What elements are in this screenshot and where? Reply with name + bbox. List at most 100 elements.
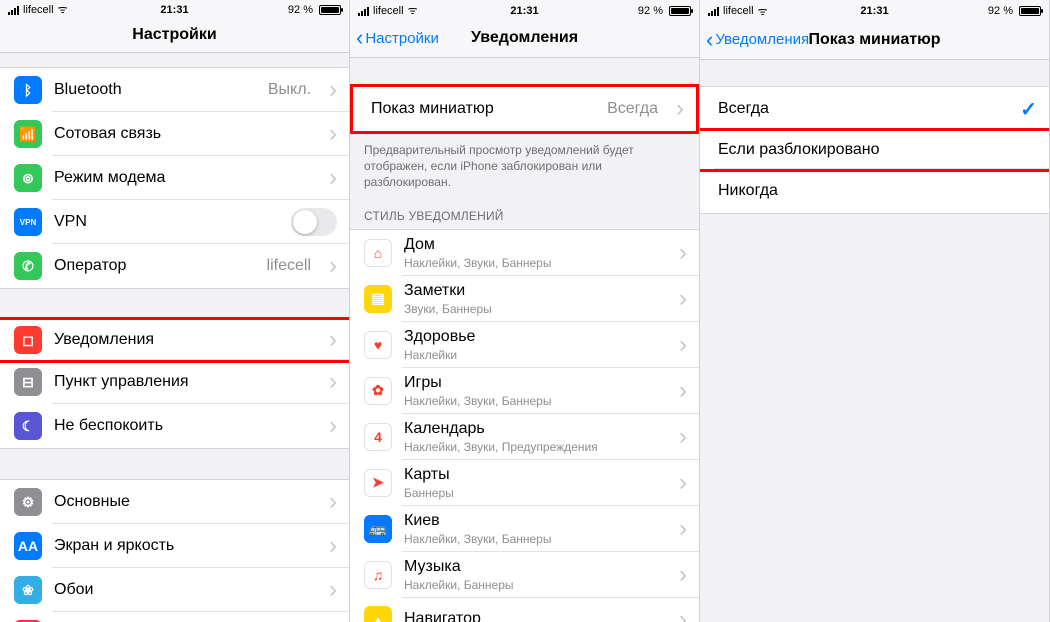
settings-row[interactable]: ☾Не беспокоить› <box>0 404 349 448</box>
show-previews-row[interactable]: Показ миниатюр Всегда › <box>353 87 696 131</box>
settings-row[interactable]: ⚙Основные› <box>0 480 349 524</box>
chevron-right-icon: › <box>329 166 337 190</box>
settings-row[interactable]: ✿ИгрыНаклейки, Звуки, Баннеры› <box>350 368 699 414</box>
row-sublabel: Наклейки, Звуки, Баннеры <box>404 532 661 546</box>
option-label: Если разблокировано <box>718 141 1037 159</box>
row-label: Bluetooth <box>54 81 256 99</box>
row-label: Пункт управления <box>54 373 311 391</box>
settings-root-pane: lifecell ᯤ 21:31 92 % Настройки ᛒBluetoo… <box>0 0 350 622</box>
chevron-right-icon: › <box>679 608 687 622</box>
row-sublabel: Звуки, Баннеры <box>404 302 661 316</box>
status-bar: lifecell ᯤ 21:31 92 % <box>700 0 1049 20</box>
back-button[interactable]: ‹ Настройки <box>356 27 439 49</box>
bluetooth-icon: ᛒ <box>14 76 42 104</box>
settings-row[interactable]: ⊟Пункт управления› <box>0 360 349 404</box>
chevron-left-icon: ‹ <box>706 29 713 51</box>
settings-row[interactable]: ✆Операторlifecell› <box>0 244 349 288</box>
show-previews-label: Показ миниатюр <box>371 100 595 118</box>
settings-row[interactable]: ▲ Навигатор › <box>350 598 699 622</box>
page-title: Настройки <box>0 26 349 44</box>
chevron-right-icon: › <box>679 563 687 587</box>
row-label: VPN <box>54 213 279 231</box>
carrier-icon: ✆ <box>14 252 42 280</box>
chevron-right-icon: › <box>329 534 337 558</box>
settings-row[interactable]: ➤КартыБаннеры› <box>350 460 699 506</box>
row-label: Обои <box>54 581 311 599</box>
settings-row[interactable]: 📶Сотовая связь› <box>0 112 349 156</box>
row-sublabel: Наклейки, Звуки, Баннеры <box>404 394 661 408</box>
settings-row[interactable]: ⌂ДомНаклейки, Звуки, Баннеры› <box>350 230 699 276</box>
preview-option[interactable]: Никогда <box>700 169 1049 213</box>
navbar: ‹ Уведомления Показ миниатюр <box>700 20 1049 60</box>
chevron-right-icon: › <box>329 328 337 352</box>
settings-row[interactable]: 🔊Звуки, тактильные сигналы› <box>0 612 349 622</box>
notification-style-header: СТИЛЬ УВЕДОМЛЕНИЙ <box>350 195 699 229</box>
battery-percent: 92 % <box>638 5 663 17</box>
chevron-right-icon: › <box>679 425 687 449</box>
show-previews-value: Всегда <box>607 100 658 118</box>
chevron-right-icon: › <box>329 122 337 146</box>
music-app-icon: ♫ <box>364 561 392 589</box>
vpn-icon: VPN <box>14 208 42 236</box>
clock: 21:31 <box>860 5 888 17</box>
chevron-right-icon: › <box>329 490 337 514</box>
settings-row[interactable]: ♥ЗдоровьеНаклейки› <box>350 322 699 368</box>
settings-row[interactable]: ♫ Музыка Наклейки, Баннеры › <box>350 552 699 598</box>
settings-row[interactable]: 4КалендарьНаклейки, Звуки, Предупреждени… <box>350 414 699 460</box>
settings-row[interactable]: ᛒBluetoothВыкл.› <box>0 68 349 112</box>
row-value: lifecell <box>267 257 311 275</box>
signal-icon <box>8 5 19 15</box>
health-app-icon: ♥ <box>364 331 392 359</box>
battery-icon <box>1019 6 1041 16</box>
settings-row[interactable]: ⊚Режим модема› <box>0 156 349 200</box>
settings-row[interactable]: 🚌КиевНаклейки, Звуки, Баннеры› <box>350 506 699 552</box>
control-center-icon: ⊟ <box>14 368 42 396</box>
cellular-icon: 📶 <box>14 120 42 148</box>
preview-option[interactable]: Если разблокировано <box>700 128 1049 172</box>
row-sublabel: Баннеры <box>404 486 661 500</box>
clock: 21:31 <box>160 4 188 16</box>
row-label: Экран и яркость <box>54 537 311 555</box>
checkmark-icon: ✓ <box>1020 97 1037 122</box>
settings-row[interactable]: VPN VPN <box>0 200 349 244</box>
options-list[interactable]: Всегда ✓ Если разблокировано Никогда <box>700 60 1049 622</box>
settings-row[interactable]: ◻Уведомления› <box>0 317 349 363</box>
back-label: Настройки <box>365 30 439 47</box>
row-label: Музыка <box>404 558 661 576</box>
kyiv-app-icon: 🚌 <box>364 515 392 543</box>
notifications-pane: lifecell ᯤ 21:31 92 % ‹ Настройки Уведом… <box>350 0 700 622</box>
hotspot-icon: ⊚ <box>14 164 42 192</box>
preview-option[interactable]: Всегда ✓ <box>700 87 1049 131</box>
option-label: Никогда <box>718 182 1037 200</box>
display-icon: AA <box>14 532 42 560</box>
wifi-icon: ᯤ <box>758 4 768 19</box>
vpn-toggle[interactable] <box>291 208 337 236</box>
settings-row[interactable]: ❀Обои› <box>0 568 349 612</box>
notifications-list[interactable]: Показ миниатюр Всегда › Предварительный … <box>350 58 699 622</box>
settings-row[interactable]: ▤ЗаметкиЗвуки, Баннеры› <box>350 276 699 322</box>
signal-icon <box>358 6 369 16</box>
wallpaper-icon: ❀ <box>14 576 42 604</box>
row-label: Игры <box>404 374 661 392</box>
row-sublabel: Наклейки <box>404 348 661 362</box>
status-bar: lifecell ᯤ 21:31 92 % <box>350 0 699 19</box>
row-sublabel: Наклейки, Звуки, Предупреждения <box>404 440 661 454</box>
navigator-app-icon: ▲ <box>364 606 392 622</box>
back-button[interactable]: ‹ Уведомления <box>706 29 809 51</box>
row-label: Уведомления <box>54 331 311 349</box>
settings-list[interactable]: ᛒBluetoothВыкл.›📶Сотовая связь›⊚Режим мо… <box>0 53 349 622</box>
chevron-right-icon: › <box>329 78 337 102</box>
row-sublabel: Наклейки, Звуки, Баннеры <box>404 256 661 270</box>
option-label: Всегда <box>718 100 1008 118</box>
settings-row[interactable]: AA Экран и яркость › <box>0 524 349 568</box>
row-label: Основные <box>54 493 311 511</box>
row-label: Дом <box>404 236 661 254</box>
battery-icon <box>669 6 691 16</box>
row-sublabel: Наклейки, Баннеры <box>404 578 661 592</box>
row-label: Не беспокоить <box>54 417 311 435</box>
row-label: Навигатор <box>404 610 661 622</box>
maps-app-icon: ➤ <box>364 469 392 497</box>
navbar: ‹ Настройки Уведомления <box>350 19 699 58</box>
back-label: Уведомления <box>715 31 809 48</box>
chevron-right-icon: › <box>329 254 337 278</box>
